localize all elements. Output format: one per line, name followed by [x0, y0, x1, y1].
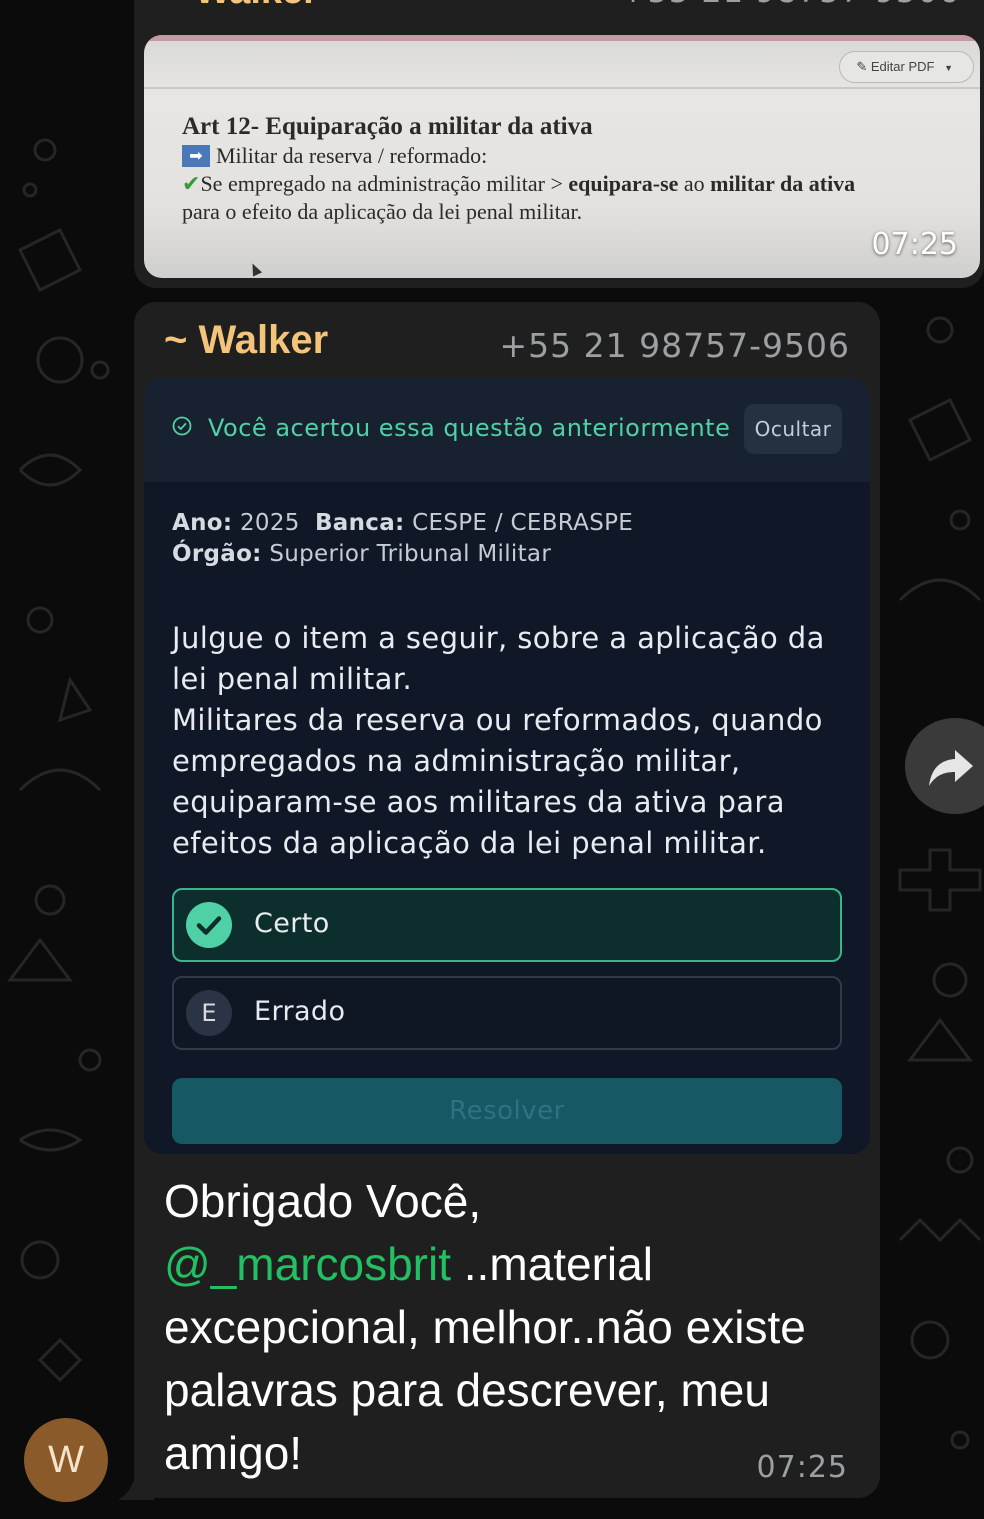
- quiz-status-text: Você acertou essa questão anteriormente: [208, 414, 731, 442]
- pencil-icon: ✎: [856, 59, 868, 74]
- message-time: 07:25: [756, 1450, 848, 1485]
- shared-photo[interactable]: ✎ Editar PDF ▼ Art 12- Equiparação a mil…: [144, 35, 980, 278]
- question-intro: Julgue o item a seguir, sobre a aplicaçã…: [172, 621, 825, 696]
- doc-line-1: ➡ Militar da reserva / reformado:: [182, 143, 855, 169]
- option-errado[interactable]: E Errado: [172, 976, 842, 1050]
- message-time: 07:25: [871, 227, 958, 262]
- doc-line-3: para o efeito da aplicação da lei penal …: [182, 199, 583, 224]
- message-text: Obrigado Você, @_marcosbrit ..material e…: [164, 1175, 806, 1479]
- edit-pdf-label: Editar PDF: [870, 59, 935, 74]
- doc-heading: Art 12- Equiparação a militar da ativa: [182, 113, 593, 140]
- quiz-status-bar: Você acertou essa questão anteriormente …: [144, 378, 870, 482]
- mouse-cursor-icon: [247, 261, 263, 277]
- edit-pdf-button: ✎ Editar PDF ▼: [839, 51, 974, 83]
- caret-down-icon: ▼: [944, 63, 953, 73]
- doc-line-2: ✔Se empregado na administração militar >…: [182, 171, 856, 197]
- check-icon: ✔: [182, 172, 201, 197]
- arrow-box-icon: ➡: [182, 145, 210, 167]
- quiz-card[interactable]: Você acertou essa questão anteriormente …: [144, 378, 870, 1154]
- photo-top-stripe: [144, 35, 980, 41]
- orgao-value: Superior Tribunal Militar: [269, 541, 552, 567]
- forward-button[interactable]: [905, 718, 984, 814]
- sender-name[interactable]: ~ Walker: [162, 0, 318, 13]
- hide-button[interactable]: Ocultar: [744, 404, 842, 454]
- photo-document-text: Art 12- Equiparação a militar da ativa ➡…: [182, 113, 855, 225]
- photo-divider: [144, 87, 980, 89]
- option-label: Certo: [254, 908, 330, 939]
- option-label: Errado: [254, 996, 346, 1027]
- message-bubble-image[interactable]: ~ Walker +55 21 98757-9506 ✎ Editar PDF …: [134, 0, 984, 288]
- question-text: Julgue o item a seguir, sobre a aplicaçã…: [172, 618, 852, 864]
- option-letter: E: [186, 990, 232, 1036]
- sender-phone: +55 21 98757-9506: [620, 0, 960, 10]
- question-meta: Ano: 2025 Banca: CESPE / CEBRASPE Órgão:…: [172, 510, 634, 567]
- option-certo[interactable]: Certo: [172, 888, 842, 962]
- mention-at[interactable]: @: [164, 1238, 211, 1290]
- sender-phone: +55 21 98757-9506: [499, 326, 850, 365]
- check-icon: [186, 902, 232, 948]
- message-bubble-quiz[interactable]: ~ Walker +55 21 98757-9506 Você acertou …: [134, 302, 880, 1498]
- resolve-button[interactable]: Resolver: [172, 1078, 842, 1144]
- check-circle-icon: [172, 416, 192, 436]
- mention-link[interactable]: _marcosbrit: [211, 1238, 451, 1290]
- sender-name[interactable]: ~ Walker: [164, 318, 328, 363]
- question-body: Militares da reserva ou reformados, quan…: [172, 703, 823, 860]
- avatar[interactable]: W: [24, 1418, 108, 1502]
- banca-value: CESPE / CEBRASPE: [412, 510, 634, 536]
- forward-icon: [929, 750, 973, 786]
- year-value: 2025: [240, 510, 300, 536]
